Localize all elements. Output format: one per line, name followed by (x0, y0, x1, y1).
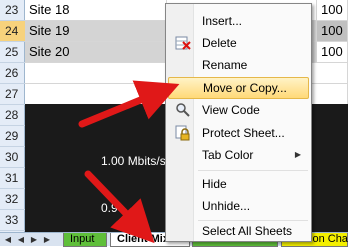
row-header[interactable]: 29 (0, 126, 25, 147)
row-headers: 23 24 25 26 27 28 29 30 31 32 33 (0, 0, 25, 232)
row-header[interactable]: 24 (0, 21, 25, 42)
menu-item-label: Hide (202, 177, 227, 191)
value-cell[interactable]: 100 (317, 42, 348, 63)
site-cell[interactable]: Site 20 (25, 42, 167, 63)
menu-item-unhide[interactable]: Unhide... (168, 195, 309, 217)
row-header[interactable]: 31 (0, 168, 25, 189)
menu-item-insert[interactable]: Insert... (168, 10, 309, 32)
chart-axis-label: 0.9 (101, 201, 118, 215)
row-header[interactable]: 25 (0, 42, 25, 63)
site-cell[interactable]: Site 18 (25, 0, 167, 21)
row-header[interactable]: 30 (0, 147, 25, 168)
menu-item-label: Unhide... (202, 199, 251, 213)
menu-item-move-or-copy[interactable]: Move or Copy... (168, 77, 309, 99)
menu-separator (198, 170, 308, 171)
grid-cell[interactable] (25, 63, 167, 84)
prev-sheet-icon[interactable]: ◀ (15, 234, 27, 245)
menu-item-tab-color[interactable]: Tab Color ▶ (168, 144, 309, 166)
first-sheet-icon[interactable]: ◀ (2, 234, 14, 245)
row-header[interactable]: 32 (0, 189, 25, 210)
menu-item-label: Tab Color (202, 148, 254, 162)
protect-sheet-icon (175, 125, 190, 141)
row-header[interactable]: 28 (0, 105, 25, 126)
value-cell[interactable]: 100 (317, 21, 348, 42)
menu-item-label: Insert... (202, 14, 243, 28)
grid-cell[interactable] (25, 84, 167, 105)
menu-item-label: Delete (202, 36, 237, 50)
value-cell[interactable]: 100 (317, 0, 348, 21)
menu-item-delete[interactable]: Delete (168, 32, 309, 54)
row-header[interactable]: 26 (0, 63, 25, 84)
chart-axis-label: 1.00 Mbits/s (101, 154, 166, 168)
menu-item-select-all-sheets[interactable]: Select All Sheets (168, 220, 309, 242)
submenu-arrow-icon: ▶ (294, 150, 301, 159)
menu-item-label: Rename (202, 58, 248, 72)
menu-item-protect-sheet[interactable]: Protect Sheet... (168, 122, 309, 144)
row-header[interactable]: 23 (0, 0, 25, 21)
site-cell[interactable]: Site 19 (25, 21, 167, 42)
sheet-context-menu: Insert... Delete Rename Move or Copy... … (165, 3, 312, 242)
menu-item-label: View Code (202, 103, 260, 117)
menu-item-label: Select All Sheets (202, 224, 293, 238)
row-header[interactable]: 33 (0, 210, 25, 231)
row-header[interactable]: 27 (0, 84, 25, 105)
next-sheet-icon[interactable]: ▶ (28, 234, 40, 245)
menu-item-label: Move or Copy... (203, 81, 287, 95)
menu-item-label: Protect Sheet... (202, 126, 285, 140)
menu-item-hide[interactable]: Hide (168, 173, 309, 195)
menu-item-rename[interactable]: Rename (168, 54, 309, 76)
last-sheet-icon[interactable]: ▶ (41, 234, 53, 245)
delete-sheet-icon (175, 36, 191, 50)
view-code-icon (176, 103, 190, 117)
tab-input[interactable]: Input (63, 233, 107, 247)
menu-item-view-code[interactable]: View Code (168, 99, 309, 121)
